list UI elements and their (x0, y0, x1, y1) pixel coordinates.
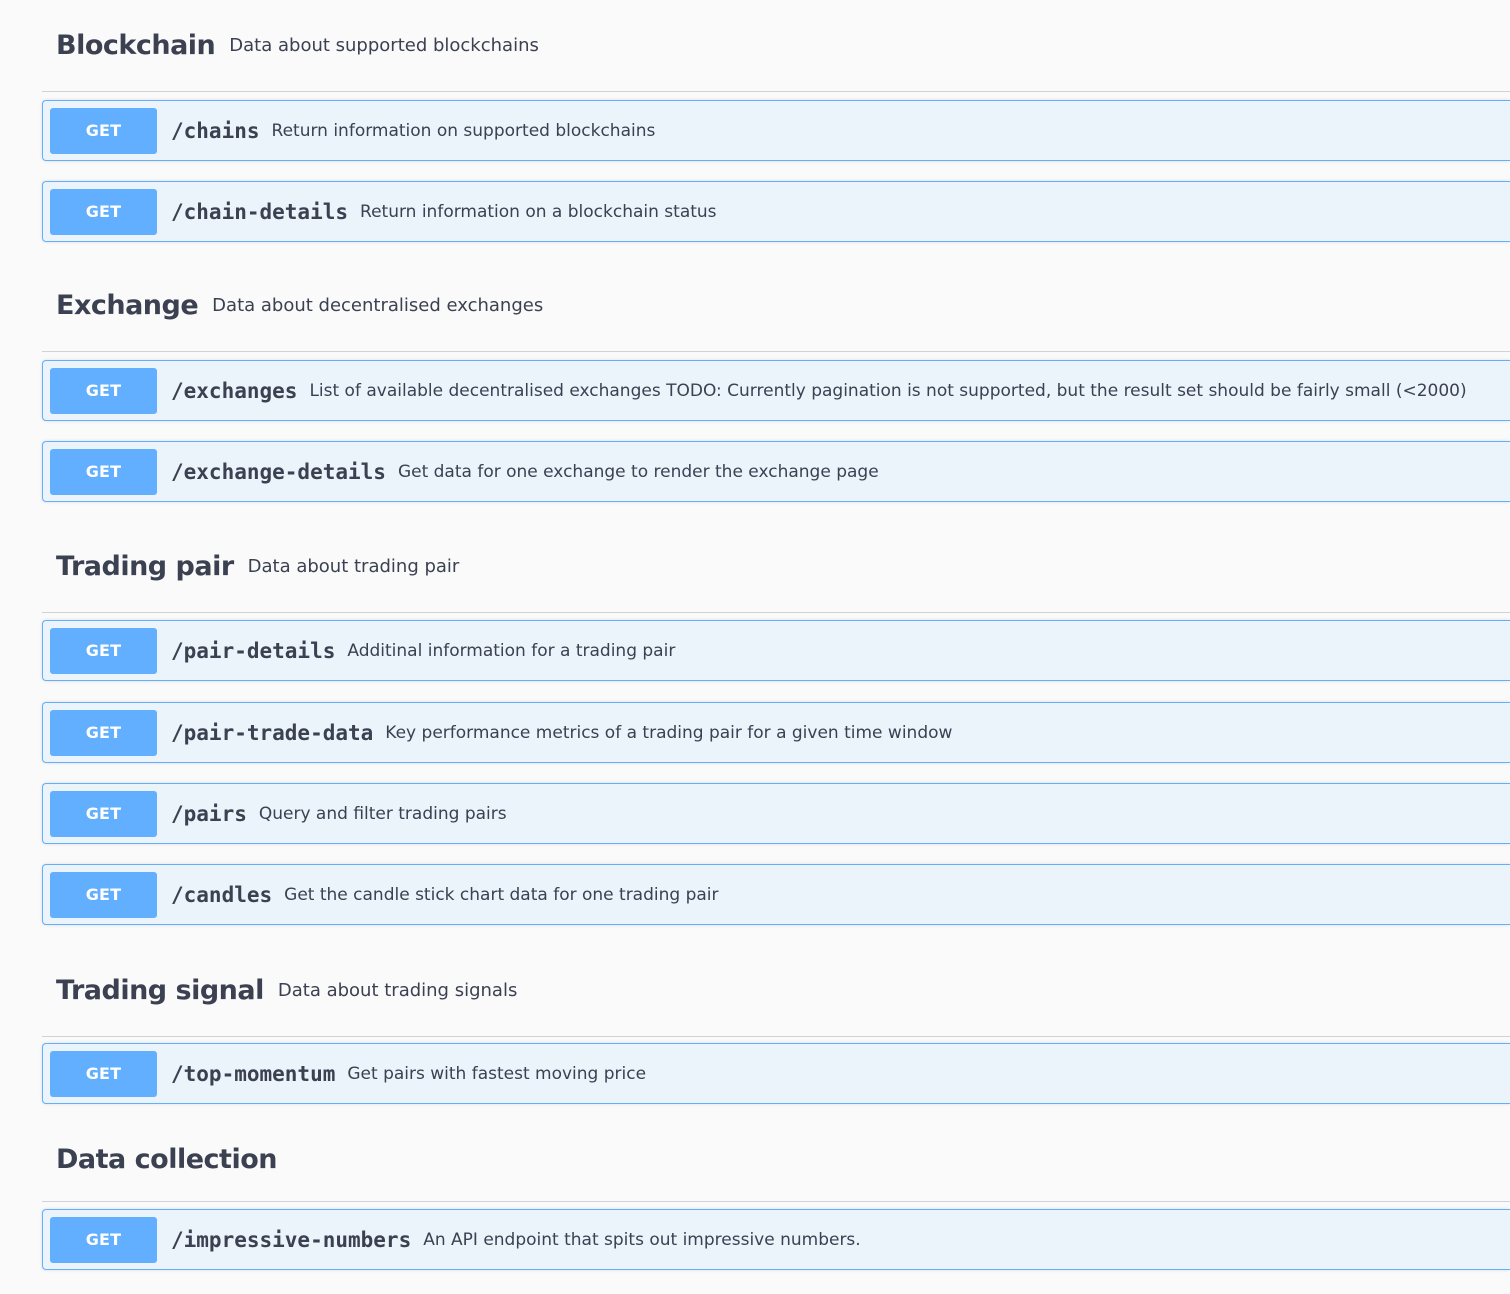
operation-get-pairs[interactable]: GET /pairs Query and filter trading pair… (42, 783, 1510, 844)
section-description: Data about decentralised exchanges (212, 295, 544, 316)
section-title: Blockchain (56, 30, 216, 61)
operation-path: /pair-details (171, 638, 336, 663)
operation-path: /top-momentum (171, 1061, 336, 1086)
operation-get-candles[interactable]: GET /candles Get the candle stick chart … (42, 864, 1510, 925)
operation-summary: Query and filter trading pairs (258, 803, 507, 824)
operation-path: /chain-details (171, 199, 349, 224)
section-header-trading-pair[interactable]: Trading pair Data about trading pair (42, 521, 1510, 613)
operation-get-exchange-details[interactable]: GET /exchange-details Get data for one e… (42, 441, 1510, 502)
section-exchange: Exchange Data about decentralised exchan… (42, 260, 1510, 502)
section-title: Data collection (56, 1144, 277, 1175)
operation-get-pair-details[interactable]: GET /pair-details Additinal information … (42, 620, 1510, 681)
operation-get-top-momentum[interactable]: GET /top-momentum Get pairs with fastest… (42, 1043, 1510, 1104)
operation-summary: Return information on a blockchain statu… (360, 201, 717, 222)
method-badge: GET (50, 709, 157, 756)
method-badge: GET (50, 871, 157, 918)
section-title: Trading signal (56, 975, 264, 1006)
section-description: Data about trading pair (247, 556, 460, 577)
section-header-trading-signal[interactable]: Trading signal Data about trading signal… (42, 945, 1510, 1037)
method-badge: GET (50, 1050, 157, 1097)
section-title: Exchange (56, 290, 199, 321)
method-badge: GET (50, 367, 157, 414)
section-blockchain: Blockchain Data about supported blockcha… (42, 0, 1510, 242)
operation-summary: An API endpoint that spits out impressiv… (423, 1229, 861, 1250)
section-description: Data about trading signals (277, 980, 518, 1001)
operation-summary: Get the candle stick chart data for one … (284, 884, 719, 905)
operation-path: /pair-trade-data (171, 720, 374, 745)
operation-path: /pairs (171, 801, 247, 826)
api-docs-page: Blockchain Data about supported blockcha… (0, 0, 1510, 1294)
method-badge: GET (50, 790, 157, 837)
section-header-blockchain[interactable]: Blockchain Data about supported blockcha… (42, 0, 1510, 92)
operation-summary: Get pairs with fastest moving price (347, 1063, 647, 1084)
section-data-collection: Data collection GET /impressive-numbers … (42, 1118, 1510, 1270)
operation-path: /impressive-numbers (171, 1227, 412, 1252)
section-header-exchange[interactable]: Exchange Data about decentralised exchan… (42, 260, 1510, 352)
method-badge: GET (50, 1216, 157, 1263)
method-badge: GET (50, 188, 157, 235)
method-badge: GET (50, 627, 157, 674)
operation-path: /exchanges (171, 378, 298, 403)
section-trading-pair: Trading pair Data about trading pair GET… (42, 521, 1510, 925)
operation-summary: Key performance metrics of a trading pai… (385, 722, 953, 743)
section-trading-signal: Trading signal Data about trading signal… (42, 945, 1510, 1104)
operation-get-pair-trade-data[interactable]: GET /pair-trade-data Key performance met… (42, 702, 1510, 763)
operation-get-chain-details[interactable]: GET /chain-details Return information on… (42, 181, 1510, 242)
operation-get-exchanges[interactable]: GET /exchanges List of available decentr… (42, 360, 1510, 421)
operation-summary: List of available decentralised exchange… (309, 380, 1467, 401)
method-badge: GET (50, 107, 157, 154)
method-badge: GET (50, 448, 157, 495)
operation-path: /exchange-details (171, 459, 386, 484)
operation-get-impressive-numbers[interactable]: GET /impressive-numbers An API endpoint … (42, 1209, 1510, 1270)
operation-path: /chains (171, 118, 260, 143)
operation-get-chains[interactable]: GET /chains Return information on suppor… (42, 100, 1510, 161)
section-header-data-collection[interactable]: Data collection (42, 1118, 1510, 1202)
operation-summary: Additinal information for a trading pair (347, 640, 676, 661)
section-description: Data about supported blockchains (229, 35, 539, 56)
operation-summary: Get data for one exchange to render the … (397, 461, 879, 482)
operation-path: /candles (171, 882, 273, 907)
operation-summary: Return information on supported blockcha… (271, 120, 656, 141)
section-title: Trading pair (56, 551, 234, 582)
